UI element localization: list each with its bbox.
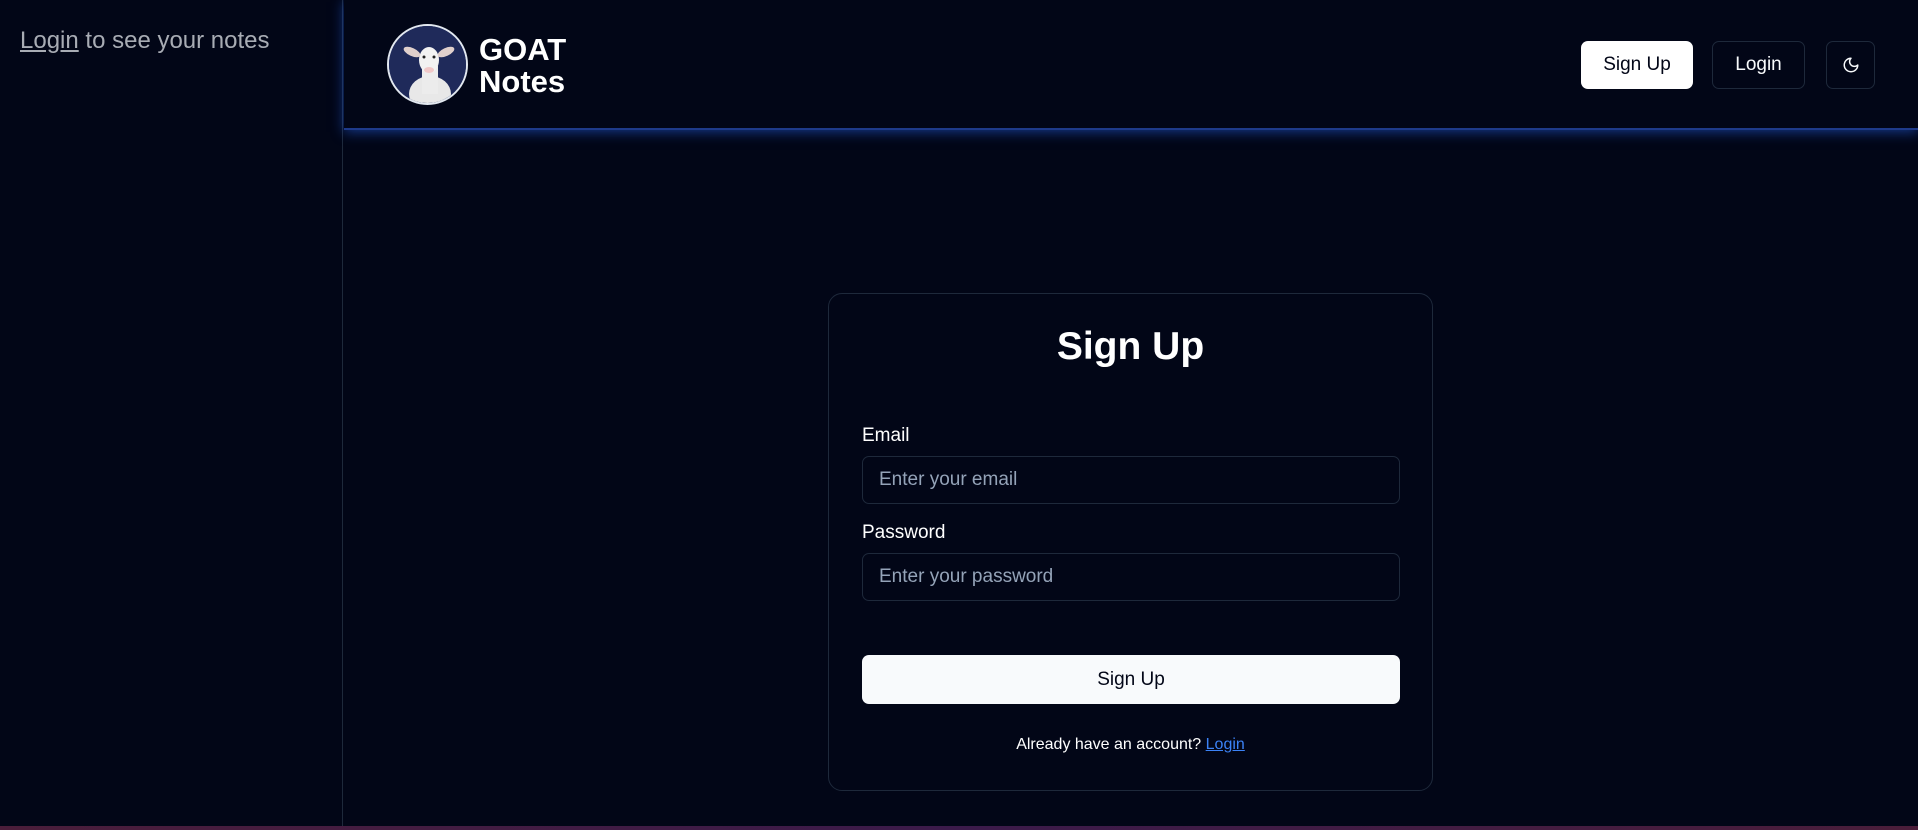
password-field[interactable]: [862, 553, 1400, 601]
signup-title: Sign Up: [1056, 325, 1205, 368]
moon-icon: [1843, 57, 1858, 73]
brand-line-1: GOAT: [479, 32, 567, 67]
sidebar-login-message: Login to see your notes: [20, 27, 270, 55]
sidebar-login-link[interactable]: Login: [20, 27, 79, 54]
login-link[interactable]: Login: [1206, 736, 1245, 753]
brand-name: GOAT Notes: [479, 34, 566, 98]
app-root: Login to see your notes GOAT Notes Sign …: [0, 0, 1918, 830]
sidebar-message-text: to see your notes: [85, 27, 270, 54]
header-login-button[interactable]: Login: [1712, 41, 1805, 89]
theme-toggle-button[interactable]: [1826, 41, 1875, 89]
email-field[interactable]: [862, 456, 1400, 504]
header-signup-button[interactable]: Sign Up: [1581, 41, 1693, 89]
sidebar: Login to see your notes: [0, 0, 343, 826]
login-prompt: Already have an account? Login: [829, 736, 1432, 754]
top-header: GOAT Notes Sign Up Login: [344, 0, 1918, 130]
signup-card: Sign Up Email Password Sign Up Already h…: [828, 293, 1433, 791]
goat-logo[interactable]: [387, 24, 468, 105]
bottom-edge-strip: [0, 826, 1918, 830]
brand-line-2: Notes: [479, 64, 566, 99]
password-label: Password: [862, 522, 946, 543]
email-label: Email: [862, 425, 910, 446]
signup-submit-button[interactable]: Sign Up: [862, 655, 1400, 704]
goat-icon: [389, 26, 466, 103]
login-prompt-text: Already have an account?: [1016, 736, 1202, 753]
